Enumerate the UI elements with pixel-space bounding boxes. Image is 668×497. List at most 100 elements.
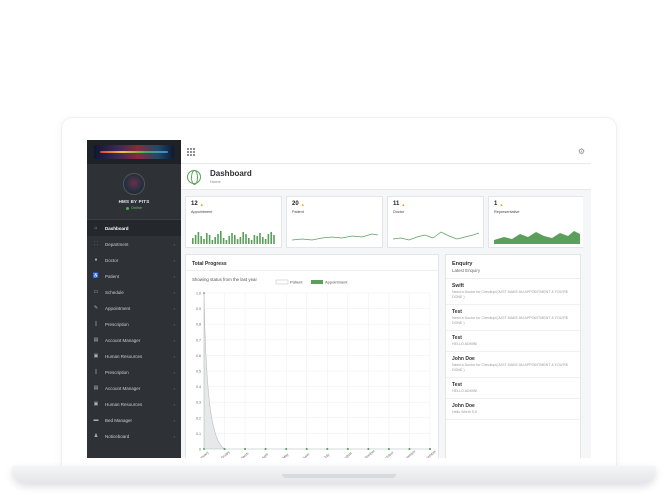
spark-bar [208,235,211,244]
money-icon: ▤ [93,336,99,343]
spark-bar [231,233,233,244]
sidebar-item-label: Dashboard [105,225,129,231]
list-item[interactable]: Test HELLO ADMIN! [446,378,580,399]
stat-value-row: 1 ▲ [494,201,579,207]
sparkline [393,231,479,241]
breadcrumb[interactable]: Home [210,179,252,184]
sidebar-item-label: Noticeboard [105,433,130,439]
sidebar-item-appointment[interactable]: ✎ Appointment ‹ [87,300,181,316]
online-dot-icon [126,206,129,210]
data-point-appointment [305,448,308,450]
chevron-left-icon: ‹ [173,257,175,263]
enquiry-message: Need a Doctor for Checkup!(JUST MAKE AN … [452,290,569,299]
stat-label: Representative [494,210,520,214]
data-point-appointment [346,448,349,450]
spark-bar [225,240,228,244]
spark-line [393,231,479,241]
spark-bar [236,239,239,244]
sidebar-item-account-manager[interactable]: ▤ Account Manager ‹ [87,332,181,348]
list-item[interactable]: Test HELLO ADMIN! [446,331,580,352]
sidebar-item-label: Human Resources [105,353,143,359]
legend-swatch-patient [275,279,289,285]
spark-bar [197,232,200,244]
y-tick-label: 0 [199,448,201,452]
spark-area [494,231,580,244]
spark-bar [245,234,247,244]
spark-bar [239,237,242,244]
sidebar-item-bed-manager[interactable]: ▬ Bed Manager ‹ [87,412,181,428]
sidebar-item-label: Doctor [105,257,119,263]
list-item[interactable]: Test Need a Doctor for Checkup!(JUST MAKE… [446,305,580,331]
total-progress-card: Total Progress Showing status from the l… [185,254,439,458]
enquiry-list: Swift Need a Doctor for Checkup!(JUST MAK… [446,279,580,420]
sidebar-item-label: Prescription [105,369,129,375]
spark-bar [262,237,264,244]
enquiry-message: HELLO ADMIN! [452,389,478,393]
main-content: ⚙ Dashboard Home 12 ▲ Appointment 20 ▲ Patien… [181,140,591,458]
sidebar-item-prescription[interactable]: ▯ Prescription ‹ [87,364,181,380]
apps-grid-icon[interactable] [187,147,195,156]
user-name: HMS BY PITS [118,199,150,204]
sidebar-item-human-resources[interactable]: ▣ Human Resources ‹ [87,348,181,364]
stat-label: Appointment [191,210,213,214]
sidebar-item-account-manager[interactable]: ▤ Account Manager ‹ [87,380,181,396]
data-point-appointment [367,448,370,450]
data-point-appointment [326,448,329,450]
bed-icon: ▬ [93,416,99,423]
data-point-appointment [285,448,288,450]
sidebar-item-label: Bed Manager [105,417,133,423]
trend-up-icon: ▲ [499,201,504,207]
sidebar-item-dashboard[interactable]: ⌂ Dashboard [87,220,181,236]
stats-row: 12 ▲ Appointment 20 ▲ Patient 11 ▲ Doctor 1 ▲ Repre… [185,196,585,248]
list-item[interactable]: John Doe Need a Doctor for Checkup!(JUST … [446,352,580,378]
progress-title: Total Progress [186,255,438,271]
trend-up-icon: ▲ [300,201,305,207]
sidebar-item-human-resources[interactable]: ▣ Human Resources ‹ [87,396,181,412]
stat-value: 1 [494,201,498,207]
stat-card-representative[interactable]: 1 ▲ Representative [488,196,585,248]
x-tick-label: September [360,449,377,458]
enquiry-name: John Doe [452,403,475,409]
spark-bar [228,236,230,244]
chevron-left-icon: ‹ [173,417,175,423]
scroll-gutter [583,190,591,458]
user-icon: ● [94,256,98,263]
enquiry-message: HELLO ADMIN! [452,342,478,346]
x-tick-label: May [282,452,290,458]
chevron-left-icon: ‹ [173,401,175,407]
avatar[interactable] [123,173,145,195]
x-tick-label: April [261,452,269,458]
gear-icon[interactable]: ⚙ [578,147,585,156]
user-panel: HMS BY PITS Online [87,164,181,220]
bell-icon: ♟ [93,432,99,439]
sparkline [292,233,378,241]
spark-bar [264,239,267,244]
stat-card-patient[interactable]: 20 ▲ Patient [286,196,383,248]
enquiry-name: John Doe [452,356,475,362]
legend-label: Appointment [325,280,348,285]
x-tick-label: March [239,451,249,458]
enquiry-name: Test [452,382,462,388]
book-icon: ▯ [94,368,98,375]
sidebar-item-patient[interactable]: ♿ Patient ‹ [87,268,181,284]
sidebar-nav: ⌂ Dashboard ⸬ Department ‹ ● Doctor ‹ ♿ Patient ‹ ▭… [87,220,181,444]
sitemap-icon: ⸬ [93,240,99,247]
stat-value: 20 [292,201,299,207]
list-item[interactable]: John Doe Hello Worth 5,5 [446,399,580,420]
home-icon: ⌂ [94,224,98,231]
y-tick-label: 0.6 [196,354,201,358]
spark-bar [267,234,270,244]
sidebar-item-noticeboard[interactable]: ♟ Noticeboard ‹ [87,428,181,444]
sidebar-item-schedule[interactable]: ▭ Schedule ‹ [87,284,181,300]
wheelchair-icon: ♿ [92,272,100,279]
sidebar-item-doctor[interactable]: ● Doctor ‹ [87,252,181,268]
list-item[interactable]: Swift Need a Doctor for Checkup!(JUST MAK… [446,279,580,305]
sidebar-item-prescription[interactable]: ▯ Prescription ‹ [87,316,181,332]
brand[interactable] [87,140,181,164]
stat-card-doctor[interactable]: 11 ▲ Doctor [387,196,484,248]
chevron-left-icon: ‹ [173,337,175,343]
stat-card-appointment[interactable]: 12 ▲ Appointment [185,196,282,248]
stat-value-row: 20 ▲ [292,201,377,207]
x-tick-label: February [217,450,231,458]
sidebar-item-department[interactable]: ⸬ Department ‹ [87,236,181,252]
